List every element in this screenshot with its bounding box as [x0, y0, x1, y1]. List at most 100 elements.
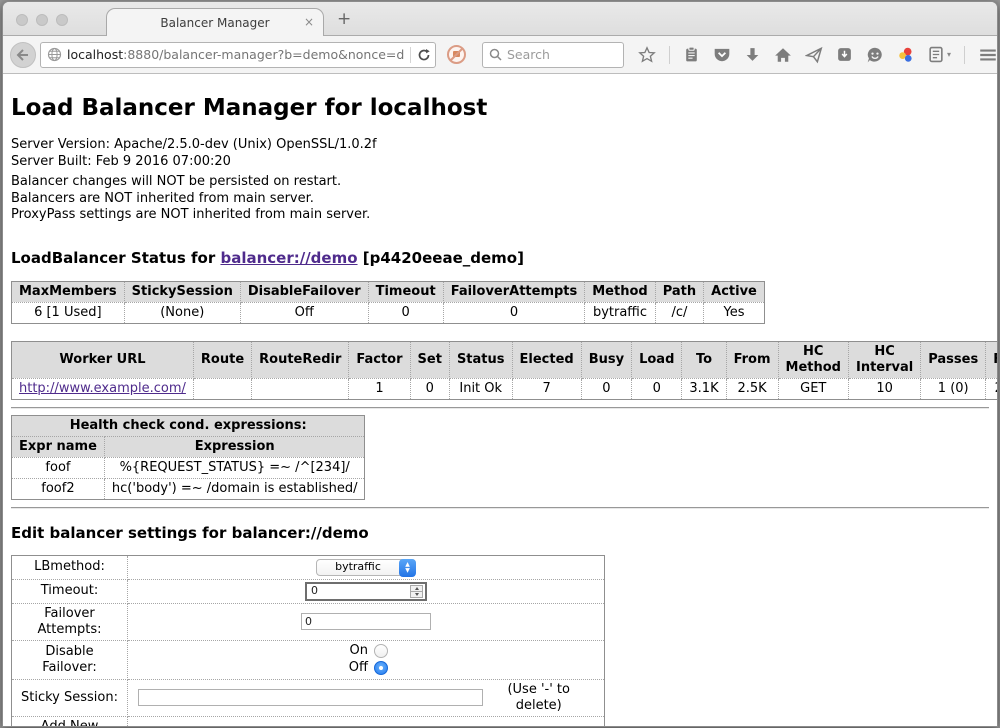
column-header: To	[682, 341, 726, 378]
failover-attempts-label: Failover Attempts:	[12, 603, 128, 640]
worker-status-table: Worker URLRouteRouteRedirFactorSetStatus…	[11, 341, 997, 400]
browser-window: Balancer Manager × + localhost:8880/bala…	[2, 1, 998, 727]
table-cell: 6 [1 Used]	[12, 302, 125, 323]
url-bar-divider	[410, 47, 411, 63]
column-header: HC Interval	[848, 341, 920, 378]
column-header: Method	[585, 281, 655, 302]
column-header: Passes	[921, 341, 986, 378]
feedback-smiley-icon[interactable]	[866, 46, 884, 64]
home-icon[interactable]	[774, 46, 792, 64]
table-cell: 10	[848, 378, 920, 399]
search-box[interactable]	[482, 42, 624, 68]
loadbalancer-status-heading: LoadBalancer Status for balancer://demo …	[11, 249, 989, 267]
tab-bar: Balancer Manager × +	[3, 2, 997, 36]
column-header: Worker URL	[12, 341, 194, 378]
server-info: Server Version: Apache/2.5.0-dev (Unix) …	[11, 137, 989, 224]
worker-url-cell: http://www.example.com/	[12, 378, 194, 399]
column-header: Route	[193, 341, 251, 378]
reading-list-icon[interactable]	[683, 46, 700, 63]
timeout-input[interactable]: 0	[305, 582, 427, 601]
table-cell: GET	[778, 378, 848, 399]
table-cell: (None)	[124, 302, 240, 323]
menu-hamburger-icon[interactable]	[978, 46, 998, 64]
disable-failover-row: Disable Failover: On Off	[12, 640, 605, 679]
disable-failover-on-radio[interactable]	[374, 644, 388, 658]
table-cell: /c/	[655, 302, 703, 323]
radio-off-label: Off	[344, 660, 368, 676]
minimize-window-button[interactable]	[36, 14, 48, 26]
bookmark-star-icon[interactable]	[638, 46, 656, 64]
back-button[interactable]	[10, 42, 36, 68]
column-header: FailoverAttempts	[443, 281, 585, 302]
sticky-session-row: Sticky Session: (Use '-' to delete)	[12, 679, 605, 716]
column-header: Timeout	[368, 281, 443, 302]
window-controls[interactable]	[16, 14, 68, 26]
column-header: Factor	[349, 341, 410, 378]
page-title: Load Balancer Manager for localhost	[11, 74, 989, 121]
table-header-row: MaxMembersStickySessionDisableFailoverTi…	[12, 281, 765, 302]
table-cell: 1 (0)	[921, 378, 986, 399]
table-cell: 0	[410, 378, 449, 399]
send-tab-icon[interactable]	[805, 46, 823, 64]
color-dots-icon[interactable]	[897, 46, 915, 64]
reload-icon[interactable]	[417, 48, 431, 62]
table-cell: 0	[581, 378, 631, 399]
table-cell: foof	[12, 457, 105, 478]
divider	[11, 407, 989, 409]
globe-icon	[47, 47, 62, 62]
sticky-session-input[interactable]	[138, 689, 483, 706]
notes-sidebar-group[interactable]: ▾	[928, 46, 951, 63]
number-spinner-icon[interactable]	[410, 585, 423, 598]
disable-failover-label: Disable Failover:	[12, 640, 128, 679]
lbmethod-select[interactable]: bytraffic ▲▼	[316, 559, 416, 576]
column-header: Expression	[104, 436, 365, 457]
url-bar[interactable]: localhost:8880/balancer-manager?b=demo&n…	[40, 42, 436, 68]
table-cell	[193, 378, 251, 399]
column-header: Status	[449, 341, 512, 378]
select-stepper-icon: ▲▼	[399, 559, 416, 577]
search-input[interactable]	[507, 47, 607, 62]
proxypass-note: ProxyPass settings are NOT inherited fro…	[11, 207, 989, 224]
table-cell: 0	[632, 378, 682, 399]
table-cell: 7	[512, 378, 581, 399]
health-table-title: Health check cond. expressions:	[12, 415, 365, 436]
lbmethod-selected-value: bytraffic	[335, 559, 381, 575]
worker-url-link[interactable]: http://www.example.com/	[19, 381, 186, 396]
table-cell: foof2	[12, 478, 105, 499]
failover-attempts-input[interactable]	[301, 613, 431, 630]
column-header: From	[726, 341, 778, 378]
sticky-session-label: Sticky Session:	[12, 679, 128, 716]
balancer-demo-link[interactable]: balancer://demo	[220, 249, 357, 267]
close-window-button[interactable]	[16, 14, 28, 26]
new-tab-button[interactable]: +	[337, 9, 351, 29]
toolbar-divider	[964, 46, 965, 64]
table-cell: Init Ok	[449, 378, 512, 399]
column-header: Expr name	[12, 436, 105, 457]
disable-failover-off-radio[interactable]	[374, 661, 388, 675]
column-header: RouteRedir	[252, 341, 349, 378]
save-to-device-icon[interactable]	[836, 46, 853, 63]
tab-title: Balancer Manager	[160, 16, 269, 30]
table-cell: 3.1K	[682, 378, 726, 399]
table-cell: %{REQUEST_STATUS} =~ /^[234]/	[104, 457, 365, 478]
downloads-icon[interactable]	[744, 46, 761, 63]
zoom-window-button[interactable]	[56, 14, 68, 26]
add-worker-row: Add New Worker: Are you sure?	[12, 716, 605, 726]
edit-settings-heading: Edit balancer settings for balancer://de…	[11, 524, 989, 542]
url-text[interactable]: localhost:8880/balancer-manager?b=demo&n…	[67, 47, 404, 62]
pocket-icon[interactable]	[713, 46, 731, 64]
table-cell: 2 (0)	[986, 378, 997, 399]
content-blocked-icon[interactable]	[446, 44, 467, 65]
tab-close-icon[interactable]: ×	[304, 15, 314, 29]
balancer-settings-form: LBmethod: bytraffic ▲▼ Timeout: 0	[11, 555, 605, 727]
tab-balancer-manager[interactable]: Balancer Manager ×	[106, 8, 324, 37]
timeout-value: 0	[311, 583, 318, 599]
status-heading-suffix: [p4420eeae_demo]	[358, 249, 524, 267]
url-path: :8880/balancer-manager?b=demo&nonce=decc…	[123, 47, 404, 62]
column-header: StickySession	[124, 281, 240, 302]
navigation-toolbar: localhost:8880/balancer-manager?b=demo&n…	[3, 36, 997, 74]
table-header-row: Health check cond. expressions:	[12, 415, 365, 436]
column-header: HC Method	[778, 341, 848, 378]
sticky-session-note: (Use '-' to delete)	[483, 682, 594, 714]
url-domain: localhost	[67, 47, 123, 62]
